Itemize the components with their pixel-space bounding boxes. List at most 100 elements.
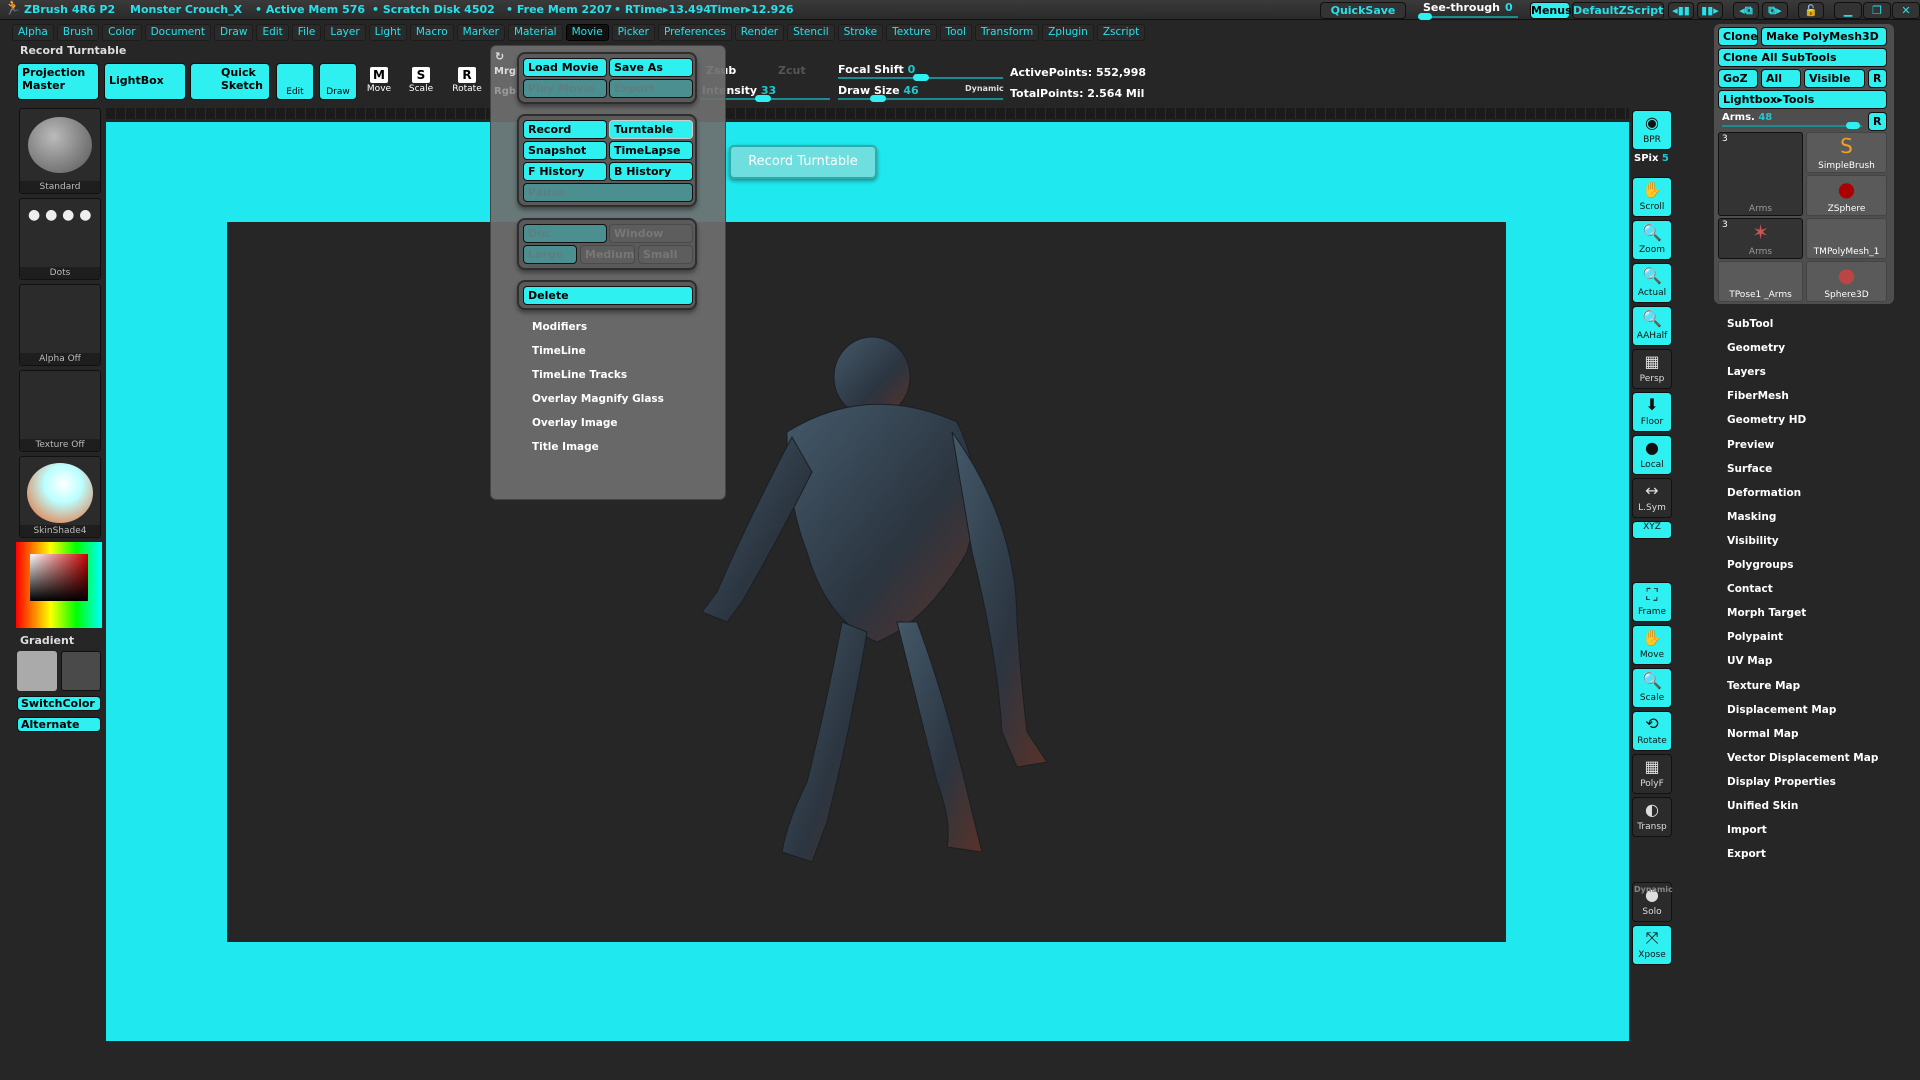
- menu-texture[interactable]: Texture: [886, 24, 937, 41]
- menu-transform[interactable]: Transform: [974, 24, 1040, 41]
- shelf-xyz-button[interactable]: XYZ: [1632, 521, 1672, 539]
- tool-section-polypaint[interactable]: Polypaint: [1727, 631, 1783, 643]
- shelf-actual-button[interactable]: 🔍 Actual: [1632, 263, 1672, 303]
- shelf-aahalf-button[interactable]: 🔍 AAHalf: [1632, 306, 1672, 346]
- shelf-move-button[interactable]: ✋ Move: [1632, 625, 1672, 665]
- menu-picker[interactable]: Picker: [611, 24, 655, 41]
- edit-button[interactable]: Edit: [276, 63, 314, 100]
- close-icon[interactable]: ✕: [1892, 2, 1920, 19]
- menu-material[interactable]: Material: [507, 24, 563, 41]
- record-button[interactable]: Record: [523, 120, 607, 139]
- export-button[interactable]: Export: [609, 79, 693, 98]
- menu-draw[interactable]: Draw: [214, 24, 254, 41]
- tool-tile-zsphere[interactable]: ● ZSphere: [1806, 175, 1887, 216]
- color-picker[interactable]: [16, 542, 102, 628]
- tool-section-uv-map[interactable]: UV Map: [1727, 655, 1772, 667]
- rotate-button[interactable]: R Rotate: [448, 67, 486, 94]
- tool-section-contact[interactable]: Contact: [1727, 583, 1773, 595]
- menu-preferences[interactable]: Preferences: [657, 24, 732, 41]
- large-button[interactable]: Large: [523, 245, 577, 264]
- tool-section-morph-target[interactable]: Morph Target: [1727, 607, 1806, 619]
- save-as-button[interactable]: Save As: [609, 58, 693, 77]
- switch-color-button[interactable]: SwitchColor: [17, 696, 101, 711]
- scale-button[interactable]: S Scale: [404, 67, 438, 94]
- tool-slider[interactable]: [1722, 122, 1862, 129]
- restore-icon[interactable]: ❐: [1863, 2, 1891, 19]
- brush-selector[interactable]: Standard: [19, 108, 101, 194]
- alpha-selector[interactable]: Alpha Off: [19, 284, 101, 366]
- lightbox-tools-button[interactable]: Lightbox▸Tools: [1718, 90, 1887, 109]
- menu-layer[interactable]: Layer: [324, 24, 366, 41]
- shelf-rotate-button[interactable]: ⟲ Rotate: [1632, 711, 1672, 751]
- turntable-button[interactable]: Turntable: [609, 120, 693, 139]
- see-through-slider[interactable]: [1418, 13, 1518, 20]
- tool-section-preview[interactable]: Preview: [1727, 439, 1774, 451]
- tool-section-export[interactable]: Export: [1727, 848, 1766, 860]
- menu-alpha[interactable]: Alpha: [12, 24, 54, 41]
- spix[interactable]: SPix 5: [1634, 153, 1669, 164]
- goz-button[interactable]: GoZ: [1718, 69, 1758, 88]
- menus-button[interactable]: Menus: [1530, 2, 1572, 19]
- window-button[interactable]: Window: [609, 224, 693, 243]
- shelf-polyf-button[interactable]: ▦ PolyF: [1632, 754, 1672, 794]
- movie-section-title-image[interactable]: Title Image: [532, 441, 599, 453]
- shelf-persp-button[interactable]: ▦ Persp: [1632, 349, 1672, 389]
- snapshot-button[interactable]: Snapshot: [523, 141, 607, 160]
- movie-section-timeline-tracks[interactable]: TimeLine Tracks: [532, 369, 627, 381]
- medium-button[interactable]: Medium: [580, 245, 635, 264]
- document-view[interactable]: [227, 222, 1506, 942]
- menu-edit[interactable]: Edit: [256, 24, 289, 41]
- menu-zplugin[interactable]: Zplugin: [1042, 24, 1094, 41]
- all-button[interactable]: All: [1761, 69, 1801, 88]
- focal-shift[interactable]: Focal Shift 0: [838, 63, 915, 76]
- tool-tile-arms[interactable]: 3 ✶ Arms: [1718, 218, 1803, 259]
- menu-render[interactable]: Render: [734, 24, 785, 41]
- small-button[interactable]: Small: [638, 245, 693, 264]
- focal-shift-slider[interactable]: [838, 74, 1003, 81]
- tool-section-subtool[interactable]: SubTool: [1727, 318, 1773, 330]
- minimize-icon[interactable]: ▁: [1834, 2, 1862, 19]
- r-button[interactable]: R: [1868, 69, 1887, 88]
- lightbox-button[interactable]: LightBox: [104, 63, 186, 100]
- dynamic-toggle[interactable]: Dynamic: [965, 84, 1004, 93]
- tray-right-icon[interactable]: ⧉▸: [1762, 2, 1788, 19]
- tool-section-unified-skin[interactable]: Unified Skin: [1727, 800, 1798, 812]
- projection-master-button[interactable]: Projection Master: [17, 63, 99, 100]
- shelf-zoom-button[interactable]: 🔍 Zoom: [1632, 220, 1672, 260]
- tool-section-display-properties[interactable]: Display Properties: [1727, 776, 1836, 788]
- refresh-icon[interactable]: ↻: [495, 50, 504, 63]
- menu-marker[interactable]: Marker: [456, 24, 505, 41]
- movie-section-modifiers[interactable]: Modifiers: [532, 321, 587, 333]
- play-movie-button[interactable]: Play Movie: [523, 79, 607, 98]
- menu-color[interactable]: Color: [102, 24, 142, 41]
- tool-section-masking[interactable]: Masking: [1727, 511, 1776, 523]
- clone-button[interactable]: Clone: [1718, 27, 1758, 46]
- menu-zscript[interactable]: Zscript: [1096, 24, 1146, 41]
- tool-section-vector-displacement-map[interactable]: Vector Displacement Map: [1727, 752, 1878, 764]
- tool-section-texture-map[interactable]: Texture Map: [1727, 680, 1800, 692]
- zcut-button[interactable]: Zcut: [778, 64, 806, 77]
- tool-tile-tpose1_arms[interactable]: TPose1 _Arms: [1718, 261, 1803, 302]
- tool-section-visibility[interactable]: Visibility: [1727, 535, 1779, 547]
- tray-left-icon[interactable]: ◂⧉: [1733, 2, 1759, 19]
- move-button[interactable]: M Move: [362, 67, 396, 94]
- draw-size-slider[interactable]: [838, 95, 1003, 102]
- draw-button[interactable]: Draw: [319, 63, 357, 100]
- tool-tile-tmpolymesh_1[interactable]: TMPolyMesh_1: [1806, 218, 1887, 259]
- menu-macro[interactable]: Macro: [409, 24, 454, 41]
- rgb-button[interactable]: Rgb: [494, 86, 516, 97]
- alternate-button[interactable]: Alternate: [17, 717, 101, 732]
- tool-section-fibermesh[interactable]: FiberMesh: [1727, 390, 1789, 402]
- menu-tool[interactable]: Tool: [939, 24, 972, 41]
- tool-section-import[interactable]: Import: [1727, 824, 1767, 836]
- timelapse-button[interactable]: TimeLapse: [609, 141, 693, 160]
- scroll-right-icon[interactable]: ▮▮▸: [1697, 2, 1723, 19]
- shelf-transp-button[interactable]: ◐ Transp: [1632, 797, 1672, 837]
- tool-section-polygroups[interactable]: Polygroups: [1727, 559, 1794, 571]
- tool-section-deformation[interactable]: Deformation: [1727, 487, 1801, 499]
- scroll-left-icon[interactable]: ◂▮▮: [1668, 2, 1694, 19]
- tool-section-layers[interactable]: Layers: [1727, 366, 1766, 378]
- tool-tile-arms[interactable]: 3 Arms: [1718, 132, 1803, 216]
- tool-tile-simplebrush[interactable]: S SimpleBrush: [1806, 132, 1887, 173]
- movie-section-overlay-magnify-glass[interactable]: Overlay Magnify Glass: [532, 393, 664, 405]
